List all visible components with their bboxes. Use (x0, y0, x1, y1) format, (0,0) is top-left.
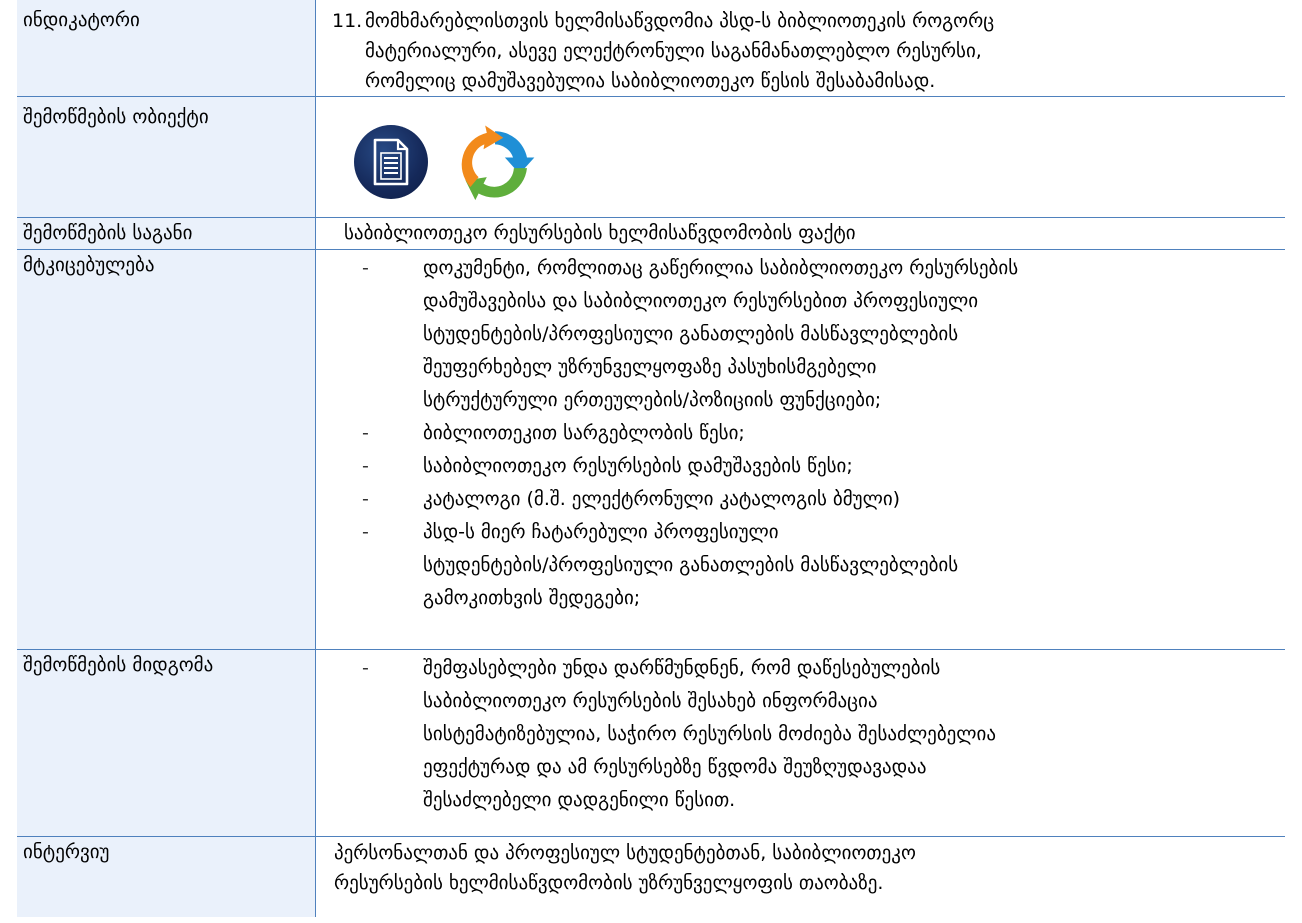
dash-bullet: - (362, 521, 369, 543)
indicator-number: 11. (332, 10, 363, 32)
list-item: - დოკუმენტი, რომლითაც გაწერილია საბიბლიო… (316, 252, 1271, 417)
item-line: სტუდენტების/პროფესიული განათლების მასწავ… (423, 554, 959, 576)
indicator-text: 11. მომხმარებლისთვის ხელმისაწვდომია პსდ-ს… (316, 0, 1285, 96)
list-item: - პსდ-ს მიერ ჩატარებული პროფესიული სტუდე… (316, 516, 1271, 615)
table-row-indicator: ინდიკატორი 11. მომხმარებლისთვის ხელმისაწვ… (17, 0, 1285, 97)
list-item: - შემფასებლები უნდა დარწმუნდნენ, რომ დაწ… (316, 652, 1271, 817)
refresh-cycle-icon (461, 125, 535, 201)
row-label-indicator: ინდიკატორი (23, 9, 140, 31)
row-label-object: შემოწმების ობიექტი (23, 106, 209, 128)
interview-line-1: პერსონალთან და პროფესიულ სტუდენტებთან, ს… (334, 842, 916, 864)
value-cell: - შემფასებლები უნდა დარწმუნდნენ, რომ დაწ… (315, 649, 1285, 837)
dash-bullet: - (362, 257, 369, 279)
dash-bullet: - (362, 657, 369, 679)
table-row-interview: ინტერვიუ პერსონალთან და პროფესიულ სტუდენ… (17, 836, 1285, 917)
item-line: ეფექტურად და ამ რესურსებზე წვდომა შეუზღუ… (423, 756, 927, 778)
row-label-subject: შემოწმების საგანი (23, 222, 193, 244)
item-line: პსდ-ს მიერ ჩატარებული პროფესიული (423, 521, 779, 543)
label-cell: შემოწმების საგანი (17, 217, 316, 250)
value-cell: საბიბლიოთეკო რესურსების ხელმისაწვდომობის… (315, 217, 1285, 250)
table-row-object: შემოწმების ობიექტი (17, 96, 1285, 218)
item-line: სტრუქტურული ერთეულების/პოზიციის ფუნქციებ… (423, 389, 882, 411)
label-cell: შემოწმების ობიექტი (17, 96, 316, 218)
indicator-line-3: რომელიც დამუშავებულია საბიბლიოთეკო წესის… (365, 70, 936, 92)
value-cell: პერსონალთან და პროფესიულ სტუდენტებთან, ს… (315, 836, 1285, 917)
label-cell: ინტერვიუ (17, 836, 316, 917)
item-line: შემფასებლები უნდა დარწმუნდნენ, რომ დაწეს… (423, 657, 941, 679)
dash-bullet: - (362, 422, 369, 444)
criteria-table: ინდიკატორი 11. მომხმარებლისთვის ხელმისაწვ… (17, 0, 1285, 917)
document-icon (354, 125, 428, 199)
subject-text: საბიბლიოთეკო რესურსების ხელმისაწვდომობის… (344, 222, 856, 244)
item-line: გამოკითხვის შედეგები; (423, 587, 641, 609)
row-label-evidence: მტკიცებულება (23, 254, 155, 276)
list-item: - კატალოგი (მ.შ. ელექტრონული კატალოგის ბ… (316, 483, 1271, 516)
list-item: - საბიბლიოთეკო რესურსების დამუშავების წე… (316, 450, 1271, 483)
approach-list: - შემფასებლები უნდა დარწმუნდნენ, რომ დაწ… (316, 650, 1285, 817)
value-cell: - დოკუმენტი, რომლითაც გაწერილია საბიბლიო… (315, 249, 1285, 650)
value-cell (315, 96, 1285, 218)
indicator-line-1: მომხმარებლისთვის ხელმისაწვდომია პსდ-ს ბი… (365, 10, 995, 32)
table-row-subject: შემოწმების საგანი საბიბლიოთეკო რესურსები… (17, 217, 1285, 250)
table-row-evidence: მტკიცებულება - დოკუმენტი, რომლითაც გაწერ… (17, 249, 1285, 650)
indicator-line-2: მატერიალური, ასევე ელექტრონული საგანმანა… (365, 40, 982, 62)
item-line: დამუშავებისა და საბიბლიოთეკო რესურსებით … (423, 290, 979, 312)
list-item: - ბიბლიოთეკით სარგებლობის წესი; (316, 417, 1271, 450)
table-row-approach: შემოწმების მიდგომა - შემფასებლები უნდა დ… (17, 649, 1285, 837)
object-icons (316, 97, 1285, 217)
label-cell: მტკიცებულება (17, 249, 316, 650)
dash-bullet: - (362, 455, 369, 477)
row-label-interview: ინტერვიუ (23, 841, 110, 863)
value-cell: 11. მომხმარებლისთვის ხელმისაწვდომია პსდ-ს… (315, 0, 1285, 97)
item-line: კატალოგი (მ.შ. ელექტრონული კატალოგის ბმუ… (423, 488, 901, 510)
evidence-list: - დოკუმენტი, რომლითაც გაწერილია საბიბლიო… (316, 250, 1285, 615)
label-cell: ინდიკატორი (17, 0, 316, 97)
item-line: ბიბლიოთეკით სარგებლობის წესი; (423, 422, 745, 444)
row-label-approach: შემოწმების მიდგომა (23, 654, 214, 676)
item-line: საბიბლიოთეკო რესურსების დამუშავების წესი… (423, 455, 853, 477)
dash-bullet: - (362, 488, 369, 510)
item-line: დოკუმენტი, რომლითაც გაწერილია საბიბლიოთე… (423, 257, 1019, 279)
item-line: შეუფერხებელ უზრუნველყოფაზე პასუხისმგებელ… (423, 356, 877, 378)
interview-line-2: რესურსების ხელმისაწვდომობის უზრუნველყოფი… (334, 872, 884, 894)
interview-text: პერსონალთან და პროფესიულ სტუდენტებთან, ს… (316, 837, 1285, 898)
item-line: შესაძლებელი დადგენილი წესით. (423, 789, 736, 811)
item-line: სისტემატიზებულია, საჭირო რესურსის მოძიებ… (423, 723, 997, 745)
item-line: სტუდენტების/პროფესიული განათლების მასწავ… (423, 323, 959, 345)
label-cell: შემოწმების მიდგომა (17, 649, 316, 837)
item-line: საბიბლიოთეკო რესურსების შესახებ ინფორმაც… (423, 690, 878, 712)
